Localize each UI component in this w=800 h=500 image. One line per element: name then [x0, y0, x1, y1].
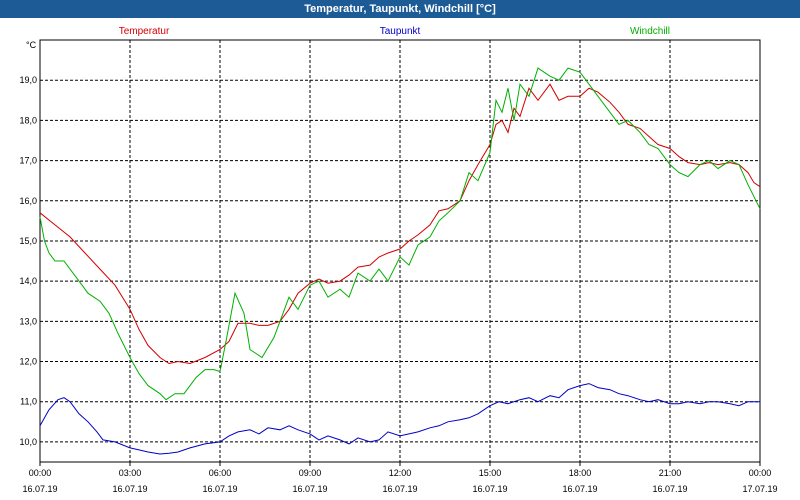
y-tick-label: 11,0 [20, 397, 37, 407]
x-tick-time-label: 06:00 [209, 468, 232, 478]
legend-entry-temperatur: Temperatur [119, 26, 170, 37]
x-tick-date-label: 16.07.19 [112, 484, 147, 494]
x-tick-time-label: 21:00 [659, 468, 682, 478]
legend-entry-windchill: Windchill [630, 26, 670, 37]
chart-title: Temperatur, Taupunkt, Windchill [°C] [0, 0, 800, 18]
series-line-taupunkt [39, 383, 760, 455]
line-chart: 10,0 11,0 12,0 13,0 14,0 15,0 16,0 17,0 18,0 19,0… [19, 26, 777, 494]
y-tick-label: 10,0 [19, 437, 37, 447]
x-tick-date-label: 16.07.19 [382, 484, 417, 494]
legend: Temperatur Taupunkt Windchill [119, 26, 670, 37]
chart-window: Temperatur, Taupunkt, Windchill [°C] 10,… [0, 0, 800, 500]
y-tick-label: 14,0 [19, 276, 37, 286]
x-tick-date-label: 16.07.19 [22, 484, 57, 494]
y-axis-unit-label: °C [26, 40, 37, 50]
x-tick-time-label: 00:00 [29, 468, 52, 478]
x-tick-date-label: 16.07.19 [562, 484, 597, 494]
x-tick-time-label: 18:00 [569, 468, 592, 478]
x-tick-date-label: 17.07.19 [742, 484, 777, 494]
y-tick-label: 18,0 [19, 115, 37, 125]
y-tick-label: 12,0 [19, 357, 37, 367]
y-tick-label: 16,0 [19, 196, 37, 206]
x-tick-time-label: 12:00 [389, 468, 412, 478]
legend-entry-taupunkt: Taupunkt [380, 26, 421, 37]
axes: 10,0 11,0 12,0 13,0 14,0 15,0 16,0 17,0 18,0 19,0… [19, 75, 777, 494]
x-tick-date-label: 16.07.19 [292, 484, 327, 494]
grid [40, 40, 760, 462]
x-tick-time-label: 09:00 [299, 468, 322, 478]
x-tick-date-label: 16.07.19 [472, 484, 507, 494]
x-tick-date-label: 16.07.19 [202, 484, 237, 494]
y-tick-label: 13,0 [19, 316, 37, 326]
x-tick-time-label: 00:00 [749, 468, 772, 478]
x-tick-time-label: 03:00 [119, 468, 142, 478]
x-tick-date-label: 16.07.19 [652, 484, 687, 494]
y-tick-label: 15,0 [19, 236, 37, 246]
y-tick-label: 17,0 [19, 156, 37, 166]
y-tick-label: 19,0 [19, 75, 37, 85]
x-tick-time-label: 15:00 [479, 468, 502, 478]
